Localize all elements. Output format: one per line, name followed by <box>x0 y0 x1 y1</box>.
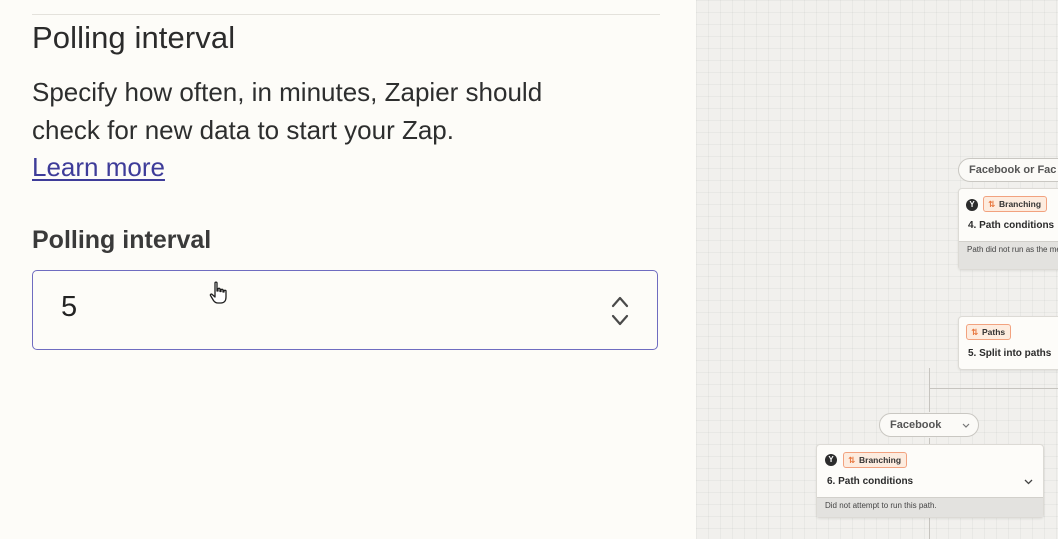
path-pill-label: Facebook <box>890 419 942 431</box>
path-pill-label: Facebook or Fac <box>969 164 1057 176</box>
badge-label: Branching <box>859 455 902 465</box>
filter-step-icon: Y <box>825 454 837 466</box>
section-divider <box>32 14 660 15</box>
step-status-note: Did not attempt to run this path. <box>817 497 1043 517</box>
step-node-5[interactable]: ⇅ Paths 5. Split into paths <box>958 316 1058 370</box>
chevron-down-icon[interactable] <box>1024 479 1033 485</box>
polling-settings-panel: Polling interval Specify how often, in m… <box>0 0 696 539</box>
filter-step-icon: Y <box>966 199 978 211</box>
hand-pointer-cursor-icon <box>209 281 227 304</box>
paths-badge: ⇅ Paths <box>966 324 1012 340</box>
path-pill-facebook-or[interactable]: Facebook or Fac <box>958 158 1058 182</box>
zap-canvas[interactable]: Facebook or Fac Y ⇅ Branching 4. Path co… <box>696 0 1058 539</box>
branch-icon: ⇅ <box>988 199 996 209</box>
paths-icon: ⇅ <box>971 327 979 337</box>
connector-line <box>929 368 930 388</box>
stepper-arrows-icon[interactable] <box>609 293 631 329</box>
connector-line <box>929 388 1058 389</box>
learn-more-link[interactable]: Learn more <box>32 152 165 182</box>
step-title: 5. Split into paths <box>968 348 1052 359</box>
badge-label: Branching <box>999 199 1042 209</box>
step-status-note: Path did not run as the met. <box>959 241 1058 269</box>
section-description: Specify how often, in minutes, Zapier sh… <box>32 74 632 187</box>
step-title: 6. Path conditions <box>827 476 914 487</box>
step-node-6[interactable]: Y ⇅ Branching 6. Path conditions Did not… <box>816 444 1044 518</box>
description-line: check for new data to start your Zap. <box>32 114 454 145</box>
chevron-down-icon <box>962 423 970 428</box>
polling-interval-stepper[interactable]: 5 <box>32 270 658 350</box>
branch-icon: ⇅ <box>848 455 856 465</box>
description-line: Specify how often, in minutes, Zapier sh… <box>32 77 543 107</box>
badge-label: Paths <box>982 327 1006 337</box>
connector-line <box>929 516 930 539</box>
step-node-4[interactable]: Y ⇅ Branching 4. Path conditions Path di… <box>958 188 1058 270</box>
connector-line <box>929 388 930 412</box>
branching-badge: ⇅ Branching <box>843 452 908 468</box>
step-title: 4. Path conditions <box>968 220 1055 231</box>
section-title: Polling interval <box>32 20 236 55</box>
polling-interval-value[interactable]: 5 <box>61 291 77 324</box>
polling-interval-label: Polling interval <box>32 226 212 254</box>
branching-badge: ⇅ Branching <box>983 196 1048 212</box>
path-pill-facebook[interactable]: Facebook <box>879 413 979 437</box>
